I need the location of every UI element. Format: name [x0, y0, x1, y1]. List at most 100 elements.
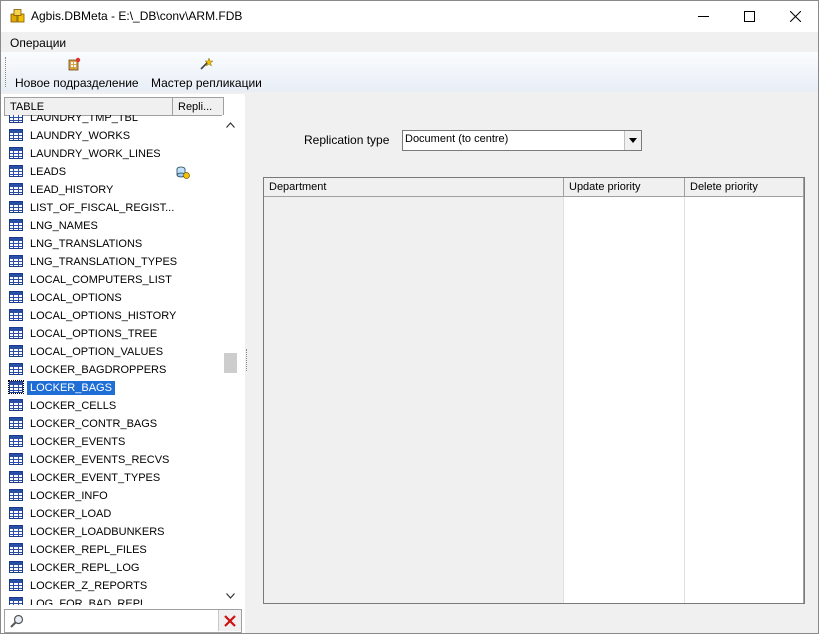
- department-grid-header: Department Update priority Delete priori…: [264, 178, 804, 197]
- maximize-button[interactable]: [726, 1, 772, 32]
- table-row[interactable]: LEAD_HISTORY: [4, 181, 222, 199]
- clear-icon: [224, 614, 236, 627]
- replication-wizard-button[interactable]: Мастер репликации: [147, 54, 267, 90]
- table-row[interactable]: LIST_OF_FISCAL_REGIST...: [4, 199, 222, 217]
- chevron-down-icon: [629, 138, 637, 143]
- tables-pane: TABLE Repli... LAUNDRY_TMP_TBL LAUNDRY_WO…: [1, 94, 245, 633]
- table-row[interactable]: LAUNDRY_WORK_LINES: [4, 145, 222, 163]
- table-name: LOG_FOR_BAD_REPL: [30, 598, 147, 605]
- table-icon: [9, 345, 23, 357]
- column-header-table[interactable]: TABLE: [10, 101, 44, 113]
- table-icon: [9, 309, 23, 321]
- toolbar-grip[interactable]: [5, 57, 8, 87]
- table-row[interactable]: LEADS: [4, 163, 222, 181]
- table-row[interactable]: LOCKER_EVENT_TYPES: [4, 469, 222, 487]
- table-name: LOCKER_REPL_FILES: [30, 544, 147, 556]
- new-department-button[interactable]: Новое подразделение: [11, 54, 141, 90]
- table-row[interactable]: LOCAL_COMPUTERS_LIST: [4, 271, 222, 289]
- table-icon: [9, 525, 23, 537]
- column-header-department[interactable]: Department: [264, 178, 564, 196]
- menu-operations[interactable]: Операции: [10, 36, 66, 50]
- table-row[interactable]: LNG_TRANSLATION_TYPES: [4, 253, 222, 271]
- minimize-icon: [697, 16, 709, 17]
- department-header-label: Department: [269, 181, 327, 193]
- replication-type-select[interactable]: Document (to centre): [402, 130, 642, 151]
- table-row[interactable]: LOCKER_LOAD: [4, 505, 222, 523]
- clear-search-button[interactable]: [218, 610, 241, 631]
- table-name: LAUNDRY_WORKS: [30, 130, 131, 142]
- scroll-thumb[interactable]: [224, 353, 237, 373]
- column-header-replication[interactable]: Repli...: [178, 101, 212, 113]
- column-header-delete-priority[interactable]: Delete priority: [685, 178, 804, 196]
- table-icon: [9, 561, 23, 573]
- table-row[interactable]: LOCAL_OPTIONS_HISTORY: [4, 307, 222, 325]
- table-name: LOCKER_BAGS: [27, 381, 115, 395]
- title-bar: Agbis.DBMeta - E:\_DB\conv\ARM.FDB: [1, 1, 818, 32]
- table-icon: [9, 183, 23, 195]
- search-icon: [10, 614, 24, 628]
- table-row[interactable]: LOCKER_EVENTS_RECVS: [4, 451, 222, 469]
- menu-bar: Операции: [1, 32, 818, 52]
- table-row[interactable]: LOCAL_OPTIONS_TREE: [4, 325, 222, 343]
- table-icon: [9, 201, 23, 213]
- table-row[interactable]: LOCKER_EVENTS: [4, 433, 222, 451]
- table-row[interactable]: LOCKER_REPL_LOG: [4, 559, 222, 577]
- table-row[interactable]: LOG_FOR_BAD_REPL: [4, 595, 222, 605]
- scroll-up-arrow-icon[interactable]: [226, 120, 235, 129]
- grid-right-border: [803, 197, 804, 603]
- column-header-update-priority[interactable]: Update priority: [564, 178, 685, 196]
- table-name: LOCKER_CONTR_BAGS: [30, 418, 158, 430]
- update-priority-header-label: Update priority: [569, 181, 641, 193]
- table-icon: [9, 291, 23, 303]
- table-name: LOCKER_EVENTS: [30, 436, 126, 448]
- table-icon: [9, 273, 23, 285]
- replication-settings-pane: Replication type Document (to centre) De…: [249, 94, 818, 633]
- table-row[interactable]: LOCKER_BAGDROPPERS: [4, 361, 222, 379]
- table-row[interactable]: LAUNDRY_WORKS: [4, 127, 222, 145]
- table-row[interactable]: LNG_TRANSLATIONS: [4, 235, 222, 253]
- table-row[interactable]: LAUNDRY_TMP_TBL: [4, 115, 222, 127]
- table-name: LOCKER_CELLS: [30, 400, 117, 412]
- delete-priority-header-label: Delete priority: [690, 181, 758, 193]
- table-icon: [9, 417, 23, 429]
- scroll-down-arrow-icon[interactable]: [226, 591, 235, 600]
- table-name: LEADS: [30, 166, 67, 178]
- table-icon: [9, 165, 23, 177]
- table-icon: [9, 453, 23, 465]
- table-name: LOCAL_OPTIONS: [30, 292, 122, 304]
- table-row[interactable]: LNG_NAMES: [4, 217, 222, 235]
- table-name: LOCKER_EVENTS_RECVS: [30, 454, 170, 466]
- table-name: LOCKER_Z_REPORTS: [30, 580, 148, 592]
- table-icon: [9, 147, 23, 159]
- minimize-button[interactable]: [680, 1, 726, 32]
- table-search-input[interactable]: [29, 612, 218, 630]
- replicated-icon: [176, 166, 190, 179]
- table-row[interactable]: LOCKER_REPL_FILES: [4, 541, 222, 559]
- close-button[interactable]: [772, 1, 818, 32]
- new-department-icon: [68, 57, 81, 71]
- table-row[interactable]: LOCAL_OPTION_VALUES: [4, 343, 222, 361]
- table-name: LNG_TRANSLATIONS: [30, 238, 143, 250]
- table-name: LAUNDRY_TMP_TBL: [30, 115, 138, 124]
- tables-list: LAUNDRY_TMP_TBL LAUNDRY_WORKS LAUNDRY_WORK…: [4, 115, 222, 605]
- table-row[interactable]: LOCKER_CONTR_BAGS: [4, 415, 222, 433]
- table-row[interactable]: LOCKER_Z_REPORTS: [4, 577, 222, 595]
- table-icon: [9, 237, 23, 249]
- dropdown-button[interactable]: [624, 131, 641, 150]
- table-name: LOCAL_COMPUTERS_LIST: [30, 274, 172, 286]
- table-row[interactable]: LOCKER_INFO: [4, 487, 222, 505]
- table-row[interactable]: LOCKER_LOADBUNKERS: [4, 523, 222, 541]
- table-icon: [9, 255, 23, 267]
- table-row[interactable]: LOCAL_OPTIONS: [4, 289, 222, 307]
- table-row[interactable]: LOCKER_BAGS: [4, 379, 222, 397]
- table-icon: [9, 489, 23, 501]
- table-icon: [9, 115, 23, 123]
- update-priority-column-body: [564, 197, 685, 603]
- table-row[interactable]: LOCKER_CELLS: [4, 397, 222, 415]
- table-icon: [9, 579, 23, 591]
- column-separator[interactable]: [172, 98, 173, 115]
- tables-scrollbar[interactable]: [222, 115, 239, 605]
- table-icon: [9, 327, 23, 339]
- table-icon: [9, 129, 23, 141]
- table-name: LOCKER_EVENT_TYPES: [30, 472, 161, 484]
